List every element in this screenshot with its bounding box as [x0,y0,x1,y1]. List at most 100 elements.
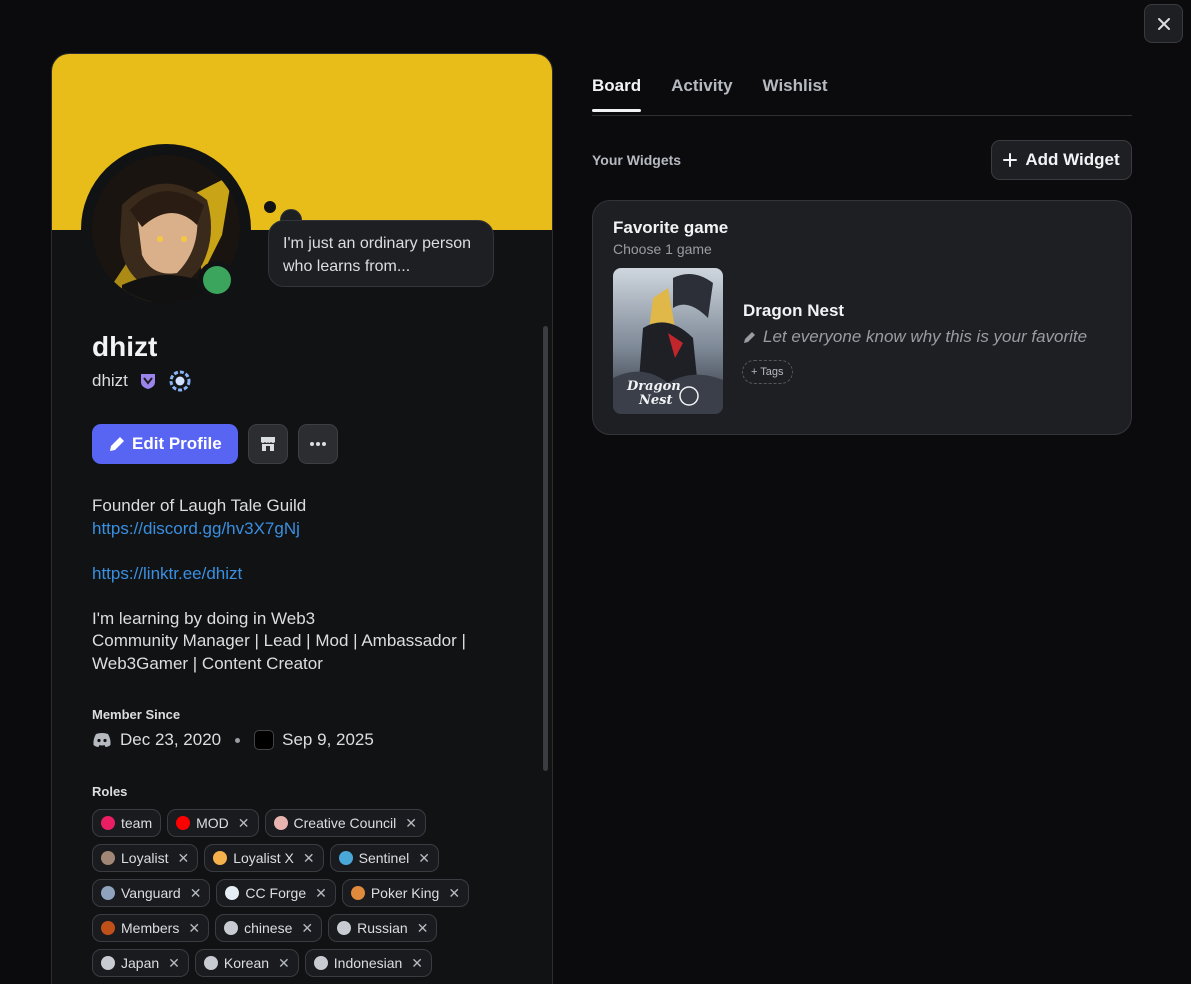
add-tags-button[interactable]: + Tags [742,360,793,384]
favorite-reason-input[interactable]: Let everyone know why this is your favor… [743,327,1087,347]
role-chip[interactable]: Creative Council ✕ [264,809,426,837]
role-name: chinese [244,920,293,936]
tabs-divider [592,115,1132,116]
role-color-dot [337,921,352,935]
favorite-game-widget[interactable]: Favorite game Choose 1 game Dragon Nest … [592,200,1132,435]
role-chip[interactable]: Poker King ✕ [341,879,470,907]
remove-role-icon[interactable]: ✕ [417,920,429,937]
widgets-label: Your Widgets [592,152,682,168]
role-color-dot [101,851,115,865]
server-icon[interactable] [254,730,275,750]
add-widget-button[interactable]: Add Widget [991,140,1132,180]
remove-role-icon[interactable]: ✕ [315,885,327,902]
role-name: Loyalist X [233,850,294,866]
role-chip[interactable]: chinese ✕ [215,914,323,942]
role-chip[interactable]: CC Forge ✕ [216,879,336,907]
nitro-badge-icon[interactable] [168,369,192,393]
pencil-icon [110,437,124,451]
role-color-dot [338,851,353,865]
separator-dot [235,737,241,743]
more-icon [309,442,326,446]
role-chip[interactable]: MOD ✕ [167,809,259,837]
profile-actions: Edit Profile [92,424,338,464]
close-icon [1157,17,1170,30]
display-name: dhizt [92,331,158,362]
roles-title: Roles [92,784,128,799]
remove-role-icon[interactable]: ✕ [238,815,250,832]
role-name: Russian [357,920,408,936]
card-scrollbar[interactable] [543,326,548,771]
role-color-dot [225,886,240,900]
remove-role-icon[interactable]: ✕ [303,850,315,867]
role-color-dot [101,956,115,970]
online-status-indicator [203,266,231,294]
bio-line: I'm learning by doing in Web3 [92,608,316,628]
remove-role-icon[interactable]: ✕ [168,955,180,972]
bio-line: Founder of Laugh Tale Guild [92,496,307,515]
widget-subtitle: Choose 1 game [613,241,712,257]
remove-role-icon[interactable]: ✕ [278,955,290,972]
role-chip[interactable]: Vanguard ✕ [92,879,211,907]
edit-profile-label: Edit Profile [132,434,222,453]
edit-profile-button[interactable]: Edit Profile [92,424,238,464]
hypesquad-badge-icon[interactable] [138,371,158,391]
remove-role-icon[interactable]: ✕ [301,920,313,937]
role-name: Members [121,920,180,936]
role-chip[interactable]: Members ✕ [92,914,210,942]
custom-status-bubble[interactable]: I'm just an ordinary person who learns f… [268,220,494,287]
role-chip[interactable]: team [92,809,162,837]
role-name: Vanguard [121,885,181,901]
remove-role-icon[interactable]: ✕ [188,920,200,937]
role-color-dot [203,956,218,970]
remove-role-icon[interactable]: ✕ [411,955,423,972]
linktree-link[interactable]: https://linktr.ee/dhizt [92,563,492,586]
shop-button[interactable] [247,424,288,464]
role-color-dot [224,921,239,935]
bio-gap [92,585,492,608]
game-cover-image[interactable]: Dragon Nest [613,268,723,414]
role-name: Loyalist [121,850,169,866]
bubble-tail-small [264,201,276,213]
discord-invite-link[interactable]: https://discord.gg/hv3X7gNj [92,518,492,541]
remove-role-icon[interactable]: ✕ [190,885,202,902]
server-join-date: Sep 9, 2025 [282,730,374,749]
svg-text:Dragon: Dragon [626,379,681,394]
role-name: Sentinel [358,850,410,866]
close-button[interactable] [1144,4,1183,43]
widget-title: Favorite game [613,218,729,237]
member-since-title: Member Since [92,707,181,722]
roles-list: team MOD ✕ Creative Council ✕ Loyalist ✕ Loyali… [92,809,512,977]
username: dhizt [92,371,128,390]
tab-activity[interactable]: Activity [671,76,732,112]
svg-text:Nest: Nest [638,393,672,408]
role-name: team [121,815,153,831]
tab-board[interactable]: Board [592,76,642,112]
role-name: Korean [223,955,270,971]
role-name: CC Forge [245,885,307,901]
discord-join-date: Dec 23, 2020 [120,730,222,749]
role-chip[interactable]: Russian ✕ [328,914,438,942]
role-name: Indonesian [333,955,403,971]
pencil-icon [744,332,755,343]
role-chip[interactable]: Korean ✕ [194,949,299,977]
role-chip[interactable]: Loyalist ✕ [92,844,199,872]
member-since-row: Dec 23, 2020 Sep 9, 2025 [92,730,374,750]
role-color-dot [213,851,228,865]
shop-icon [260,437,275,451]
remove-role-icon[interactable]: ✕ [177,850,189,867]
bio: Founder of Laugh Tale Guild https://disc… [92,495,492,675]
role-name: MOD [196,815,229,831]
remove-role-icon[interactable]: ✕ [448,885,460,902]
more-options-button[interactable] [297,424,338,464]
remove-role-icon[interactable]: ✕ [405,815,417,832]
tab-wishlist[interactable]: Wishlist [763,76,828,112]
role-chip[interactable]: Japan ✕ [92,949,189,977]
role-chip[interactable]: Loyalist X ✕ [204,844,324,872]
remove-role-icon[interactable]: ✕ [418,850,430,867]
role-color-dot [101,886,115,900]
role-color-dot [273,816,288,830]
role-color-dot [101,921,115,935]
role-chip[interactable]: Sentinel ✕ [329,844,439,872]
role-chip[interactable]: Indonesian ✕ [304,949,433,977]
game-name: Dragon Nest [743,301,845,320]
